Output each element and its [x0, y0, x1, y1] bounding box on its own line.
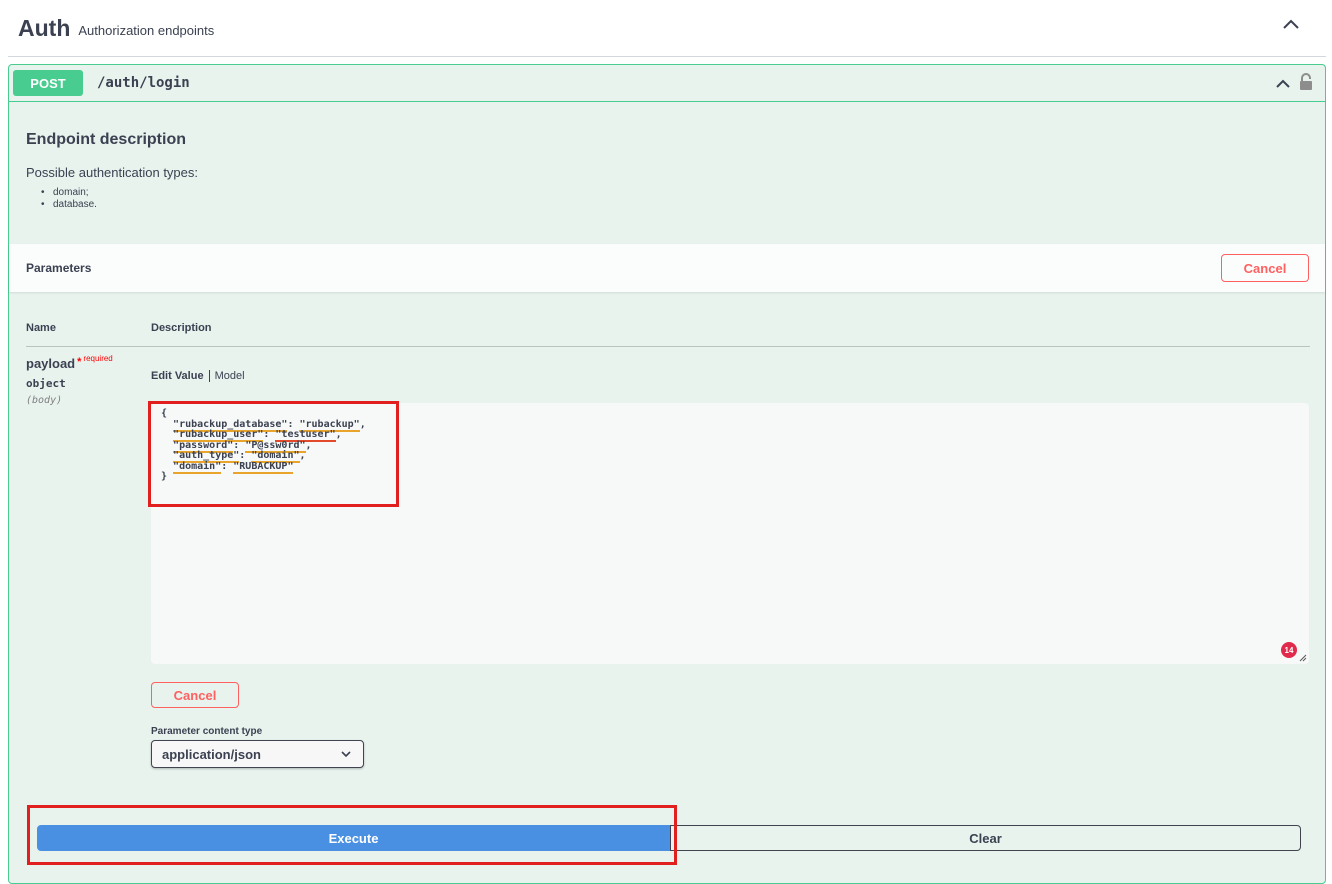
description-text: Possible authentication types:	[26, 165, 198, 180]
method-badge: POST	[13, 70, 83, 96]
parameters-title: Parameters	[26, 261, 92, 275]
tag-header[interactable]: Auth Authorization endpoints	[8, 0, 1326, 57]
divider	[26, 346, 1310, 347]
chevron-down-icon	[341, 751, 351, 758]
parameters-header: Parameters Cancel	[9, 244, 1325, 292]
tab-model[interactable]: Model	[215, 370, 245, 382]
operation-summary[interactable]: POST /auth/login	[9, 65, 1325, 102]
content-type-value: application/json	[162, 746, 261, 762]
operation-block: POST /auth/login Endpoint description Po…	[8, 64, 1326, 884]
content-type-label: Parameter content type	[151, 726, 263, 737]
param-type: object	[26, 377, 66, 390]
tag-description: Authorization endpoints	[78, 22, 215, 38]
column-header-description: Description	[151, 322, 212, 334]
body-tabs: Edit Value Model	[151, 370, 245, 382]
description-list: domain; database.	[41, 187, 97, 211]
chevron-up-icon[interactable]	[1275, 78, 1291, 89]
highlight-box	[148, 401, 399, 507]
clear-button[interactable]: Clear	[670, 825, 1301, 851]
column-header-name: Name	[26, 322, 56, 334]
operation-path: /auth/login	[97, 75, 190, 91]
resize-handle-icon[interactable]	[1299, 654, 1307, 662]
highlight-box	[27, 805, 677, 865]
lock-icon[interactable]	[1299, 73, 1313, 91]
tag-name: Auth	[18, 14, 71, 41]
chevron-up-icon[interactable]	[1282, 18, 1300, 30]
required-label: required	[83, 354, 113, 363]
tab-edit-value[interactable]: Edit Value	[151, 370, 204, 382]
content-type-select[interactable]: application/json	[151, 740, 364, 768]
description-title: Endpoint description	[26, 131, 186, 148]
cancel-body-button[interactable]: Cancel	[151, 682, 239, 708]
list-item: domain;	[41, 187, 97, 199]
param-in: (body)	[26, 395, 63, 406]
issue-count-badge[interactable]: 14	[1281, 642, 1297, 658]
param-name: payload * required	[26, 354, 113, 371]
required-star: *	[77, 356, 82, 368]
param-name-text: payload	[26, 356, 76, 371]
list-item: database.	[41, 199, 97, 211]
cancel-try-button[interactable]: Cancel	[1221, 254, 1309, 282]
tab-separator	[208, 370, 210, 382]
